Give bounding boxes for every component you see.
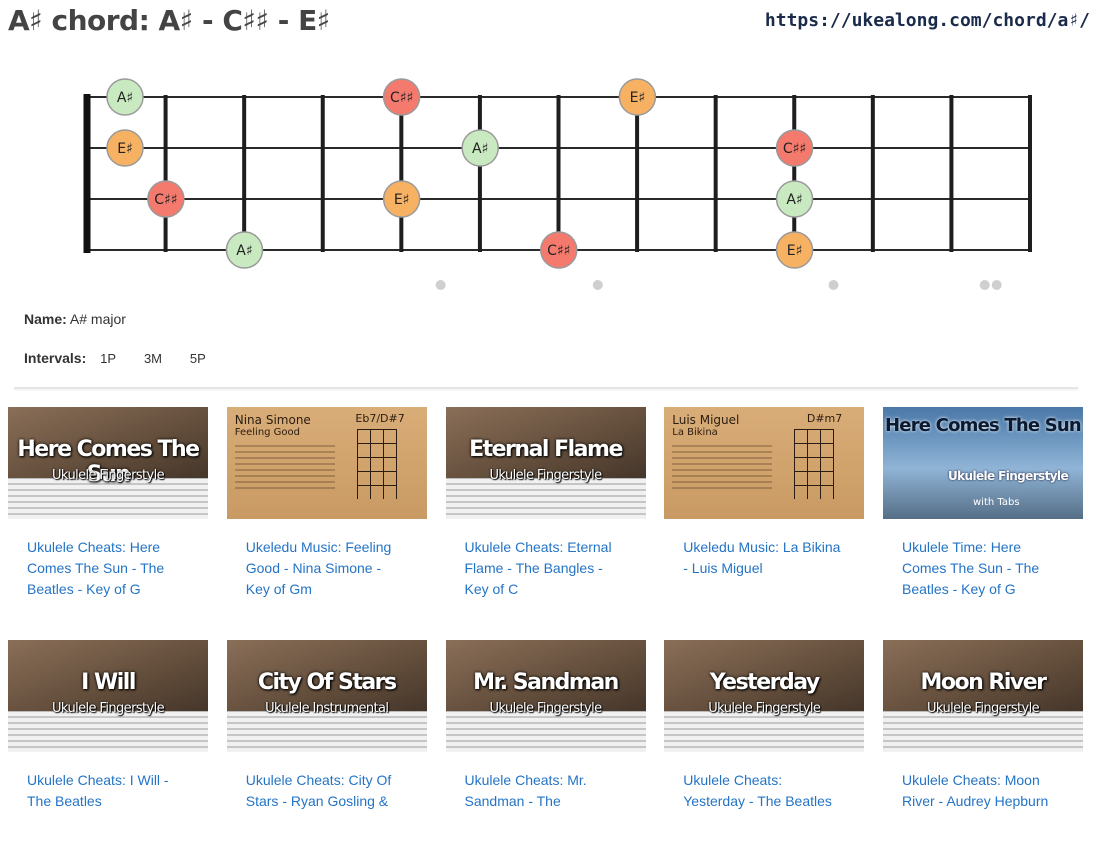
video-title-link[interactable]: Ukulele Cheats: Moon River - Audrey Hepb… [902,770,1062,812]
video-title-link[interactable]: Ukulele Cheats: Mr. Sandman - The [465,770,625,812]
thumbnail-subtitle: Ukulele Fingerstyle [708,701,821,716]
interval-fifth: 5P [189,351,206,366]
video-thumbnail[interactable]: I Will Ukulele Fingerstyle [8,640,208,752]
video-thumbnail[interactable]: Nina Simone Feeling Good Eb7/D#7 [226,407,427,519]
note-label: C♯♯ [154,192,177,208]
video-thumbnail[interactable]: Mr. Sandman Ukulele Fingerstyle [445,640,646,752]
video-card[interactable]: Luis Miguel La Bikina D#m7 Ukeledu Music: L… [664,407,865,620]
interval-root: 1P [100,351,117,366]
interval-third: 3M [143,351,162,366]
video-thumbnail[interactable]: Eternal Flame Ukulele Fingerstyle [445,407,646,519]
video-thumbnail[interactable]: Here Comes The Sun Ukulele Fingerstyle wit… [883,407,1083,519]
video-title-link[interactable]: Ukulele Cheats: City Of Stars - Ryan Gos… [246,770,406,812]
thumbnail-artist: Nina Simone [234,413,311,427]
thumbnail-subtitle: Ukulele Fingerstyle [489,468,603,483]
video-thumbnail[interactable]: Moon River Ukulele Fingerstyle [883,640,1083,752]
thumbnail-song: Feeling Good [234,427,301,438]
tablature-strip [664,711,865,752]
thumbnail-subtitle: Ukulele Fingerstyle [489,701,603,716]
video-thumbnail[interactable]: Yesterday Ukulele Fingerstyle [664,640,865,752]
video-thumbnail[interactable]: Here Comes The Sun Ukulele Fingerstyle [8,407,208,519]
tablature-strip [445,478,646,519]
note-label: C♯♯ [783,141,806,157]
lyrics-sheet-lines [672,441,773,491]
thumbnail-subtitle: Ukulele Fingerstyle [52,701,165,716]
tablature-strip [445,711,646,752]
video-card[interactable]: Yesterday Ukulele Fingerstyle Ukulele Chea… [664,640,865,853]
video-title-link[interactable]: Ukulele Cheats: Eternal Flame - The Bang… [465,537,625,600]
thumbnail-song: La Bikina [672,427,718,438]
tablature-strip [883,711,1083,752]
page-title: A♯ chord: A♯ - C♯♯ - E♯ [8,4,330,37]
thumbnail-title: Yesterday [709,670,820,695]
chord-name-label: Name: [24,311,67,327]
video-thumbnail[interactable]: City Of Stars Ukulele Instrumental [226,640,427,752]
video-card[interactable]: Nina Simone Feeling Good Eb7/D#7 Ukeledu Mu… [226,407,427,620]
video-title-link[interactable]: Ukulele Time: Here Comes The Sun - The B… [902,537,1062,600]
section-divider [14,387,1078,389]
thumbnail-artist: Luis Miguel [672,413,740,427]
thumbnail-chord: Eb7/D#7 [355,412,405,425]
video-title-link[interactable]: Ukulele Cheats: Here Comes The Sun - The… [27,537,187,600]
intervals-label: Intervals: [24,350,87,366]
note-label: E♯ [630,90,646,106]
note-label: A♯ [472,141,488,157]
thumbnail-title: Here Comes The Sun [885,415,1082,436]
thumbnail-subtitle: Ukulele Fingerstyle [52,468,165,483]
video-card[interactable]: Here Comes The Sun Ukulele Fingerstyle wit… [883,407,1083,620]
video-grid: Here Comes The Sun Ukulele Fingerstyle Uku… [8,407,1100,853]
note-label: E♯ [117,141,133,157]
video-card[interactable]: Moon River Ukulele Fingerstyle Ukulele Che… [883,640,1083,853]
tablature-strip [226,711,427,752]
fret-marker-dot [979,280,990,290]
video-card[interactable]: City Of Stars Ukulele Instrumental Ukulele… [226,640,427,853]
thumbnail-title: I Will [81,670,136,695]
thumbnail-extra: with Tabs [973,497,1020,508]
thumbnail-title: Eternal Flame [469,437,623,462]
video-title-link[interactable]: Ukeledu Music: Feeling Good - Nina Simon… [246,537,406,600]
video-card[interactable]: Eternal Flame Ukulele Fingerstyle Ukulele … [445,407,646,620]
thumbnail-subtitle: Ukulele Fingerstyle [927,701,1040,716]
fretboard-diagram: A♯ C♯♯ E♯ E♯ A♯ C♯♯ C♯♯ E♯ A♯ A♯ C♯♯ E♯ [83,78,1032,290]
fret-marker-dot [991,280,1002,290]
video-card[interactable]: I Will Ukulele Fingerstyle Ukulele Cheats:… [8,640,208,853]
fret-marker-dot [435,280,446,290]
note-label: A♯ [117,90,133,106]
thumbnail-title: Mr. Sandman [473,670,619,695]
video-title-link[interactable]: Ukulele Cheats: Yesterday - The Beatles [683,770,843,812]
chord-diagram-icon [356,429,397,499]
thumbnail-subtitle: Ukulele Fingerstyle [947,469,1069,483]
lyrics-sheet-lines [234,441,335,491]
note-label: C♯♯ [547,243,570,259]
video-title-link[interactable]: Ukulele Cheats: I Will - The Beatles [27,770,187,812]
note-label: E♯ [787,243,803,259]
fret-marker-dot [592,280,603,290]
note-label: C♯♯ [390,90,413,106]
page-url: https://ukealong.com/chord/a♯/ [764,10,1090,31]
tablature-strip [8,711,208,752]
chord-name-row: Name: A# major [24,311,126,327]
thumbnail-chord: D#m7 [806,412,843,425]
video-title-link[interactable]: Ukeledu Music: La Bikina - Luis Miguel [683,537,843,579]
thumbnail-title: Moon River [920,670,1047,695]
note-label: A♯ [786,192,802,208]
chord-name-value: A# major [69,311,126,327]
video-card[interactable]: Mr. Sandman Ukulele Fingerstyle Ukulele Ch… [445,640,646,853]
thumbnail-title: City Of Stars [257,670,397,695]
video-card[interactable]: Here Comes The Sun Ukulele Fingerstyle Uku… [8,407,208,620]
video-thumbnail[interactable]: Luis Miguel La Bikina D#m7 [664,407,865,519]
chord-diagram-icon [794,429,835,499]
note-label: A♯ [236,243,252,259]
note-label: E♯ [394,192,410,208]
intervals-row: Intervals: 1P 3M 5P [24,350,220,366]
thumbnail-subtitle: Ukulele Instrumental [265,701,389,716]
fret-marker-dot [828,280,839,290]
